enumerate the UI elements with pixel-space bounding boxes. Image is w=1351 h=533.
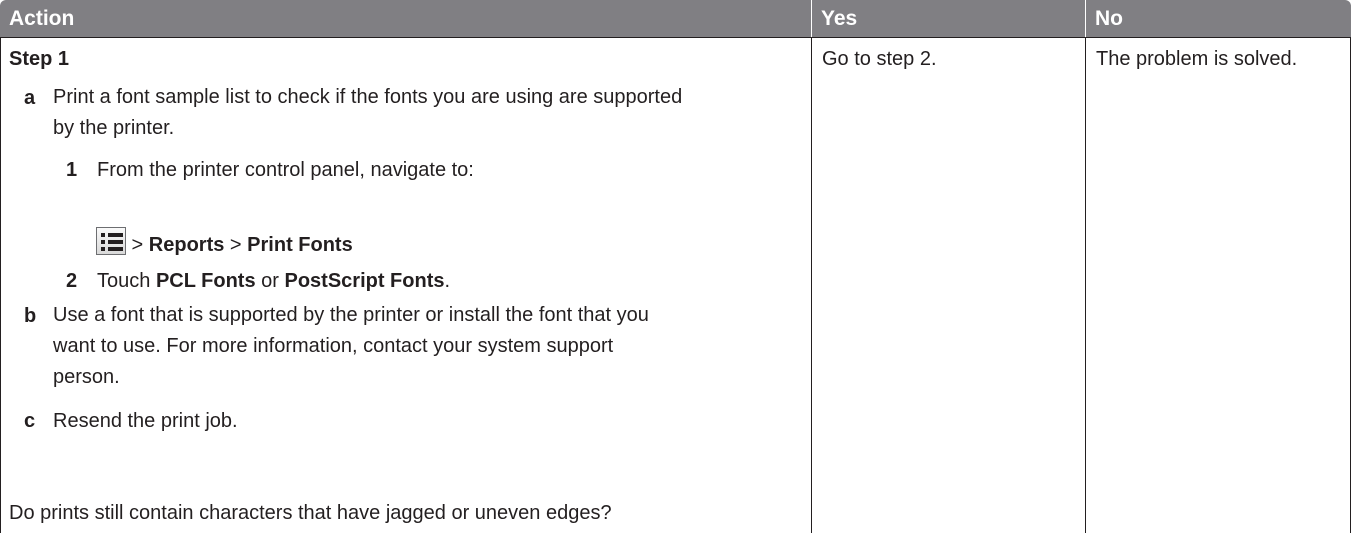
header-divider	[811, 0, 812, 37]
header-no: No	[1086, 0, 1351, 37]
nav-path: > Reports > Print Fonts	[126, 232, 353, 258]
item-b-text: Use a font that is supported by the prin…	[53, 300, 649, 393]
substep-2-post: .	[444, 270, 451, 292]
item-c-text: Resend the print job.	[53, 410, 238, 432]
item-a-text: Print a font sample list to check if the…	[53, 82, 682, 144]
no-cell-text: The problem is solved.	[1096, 48, 1298, 70]
nav-separator: >	[126, 234, 149, 256]
item-letter: a	[24, 87, 36, 109]
item-a-line: by the printer.	[53, 117, 175, 139]
substep-2-pre: Touch	[97, 270, 156, 292]
pcl-fonts-label: PCL Fonts	[155, 270, 256, 292]
substep-2-text: Touch PCL Fonts or PostScript Fonts.	[97, 268, 450, 294]
menu-list-icon	[96, 227, 126, 255]
nav-reports: Reports	[148, 234, 225, 256]
substep-1-text: From the printer control panel, navigate…	[97, 159, 474, 181]
nav-separator: >	[224, 234, 248, 256]
troubleshooting-table: Action Yes No Step 1 a Print a font samp…	[0, 0, 1351, 533]
column-divider	[1085, 37, 1086, 533]
question-text: Do prints still contain characters that …	[9, 502, 612, 524]
table-left-border	[0, 37, 1, 533]
item-letter: b	[24, 305, 37, 327]
nav-print-fonts: Print Fonts	[247, 234, 353, 256]
header-action: Action	[0, 0, 811, 37]
item-b-line: Use a font that is supported by the prin…	[53, 304, 649, 326]
row-top-border	[0, 37, 1351, 38]
substep-number: 2	[66, 270, 78, 292]
column-divider	[811, 37, 812, 533]
substep-number: 1	[66, 159, 78, 181]
yes-cell-text: Go to step 2.	[822, 48, 937, 70]
item-letter: c	[24, 410, 36, 432]
header-yes: Yes	[812, 0, 1085, 37]
item-b-line: want to use. For more information, conta…	[53, 335, 614, 357]
item-a-line: Print a font sample list to check if the…	[53, 86, 683, 108]
substep-2-mid: or	[255, 270, 285, 292]
header-divider	[1085, 0, 1086, 37]
item-b-line: person.	[53, 366, 120, 388]
postscript-fonts-label: PostScript Fonts	[284, 270, 445, 292]
step-title: Step 1	[9, 48, 70, 70]
